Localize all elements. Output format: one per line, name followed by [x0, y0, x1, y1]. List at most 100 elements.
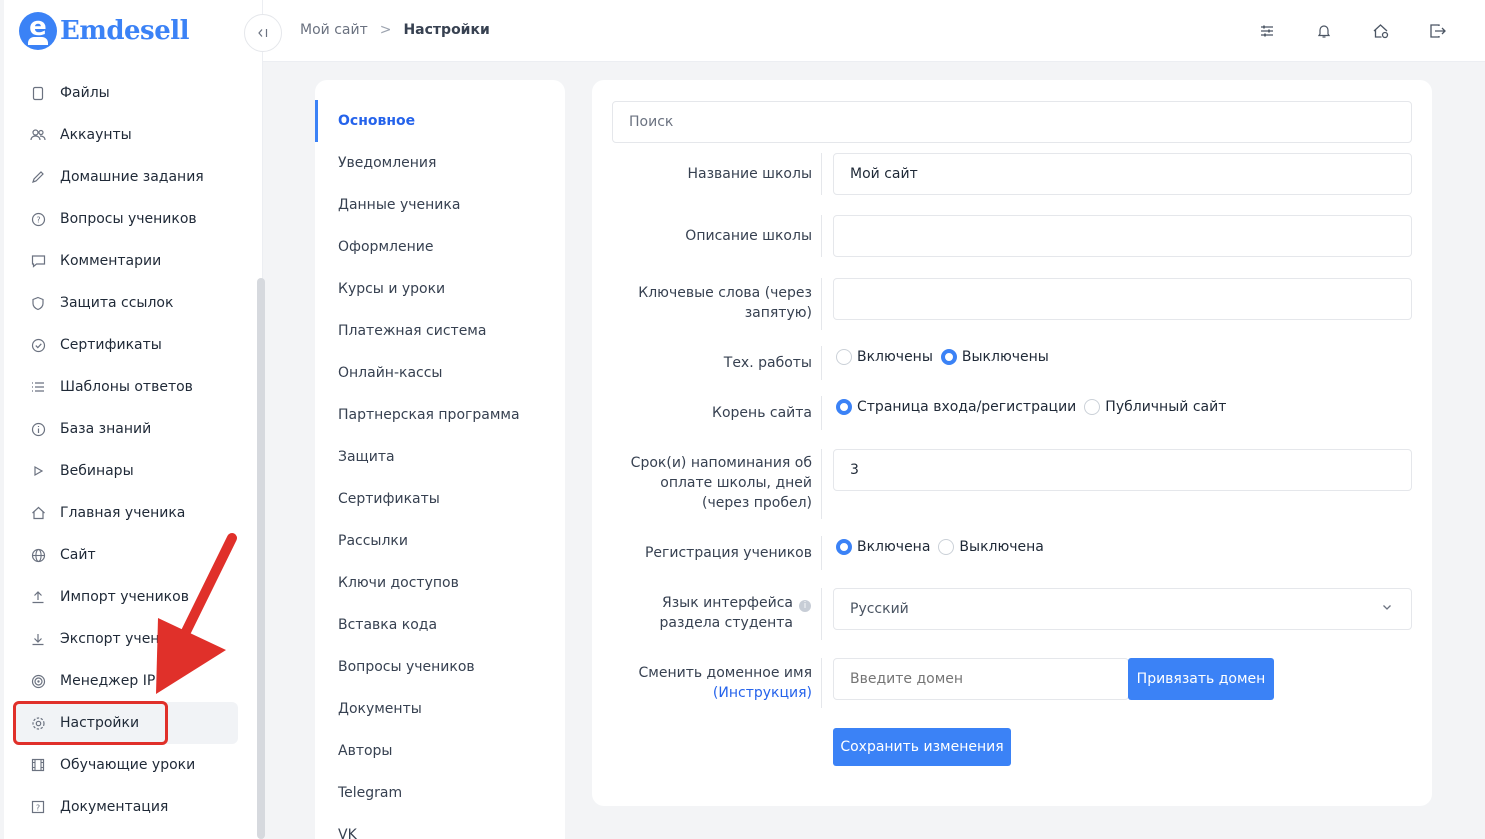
sidebar-menu: Файлы Аккаунты Домашние задания ? Вопрос…: [16, 72, 238, 828]
settings-tab-access-keys[interactable]: Ключи доступов: [315, 562, 565, 604]
radio-button-selected[interactable]: [836, 399, 852, 415]
home-icon: [30, 505, 46, 521]
settings-tab-affiliate[interactable]: Партнерская программа: [315, 394, 565, 436]
sidebar-item-student-questions[interactable]: ? Вопросы учеников: [16, 198, 238, 240]
target-icon: [30, 673, 46, 689]
divider: [821, 278, 822, 330]
language-label: Язык интерфейса раздела студента: [659, 595, 794, 631]
settings-form: Название школы Мой сайт Описание школы К…: [592, 80, 1432, 806]
sidebar-item-ip-manager[interactable]: Менеджер IP: [16, 660, 238, 702]
sidebar-item-comments[interactable]: Комментарии: [16, 240, 238, 282]
chevron-down-icon: [1383, 605, 1391, 610]
sidebar-scrollbar[interactable]: [257, 278, 265, 839]
breadcrumb-current: Настройки: [403, 22, 490, 38]
sidebar-item-label: Настройки: [60, 715, 140, 731]
sidebar-item-certificates[interactable]: Сертификаты: [16, 324, 238, 366]
settings-tab-notifications[interactable]: Уведомления: [315, 142, 565, 184]
info-icon[interactable]: i: [799, 600, 811, 612]
settings-tab-design[interactable]: Оформление: [315, 226, 565, 268]
settings-tab-courses-lessons[interactable]: Курсы и уроки: [315, 268, 565, 310]
maintenance-on-option[interactable]: Включены: [836, 349, 933, 365]
site-root-login-option[interactable]: Страница входа/регистрации: [836, 399, 1076, 415]
sidebar-item-accounts[interactable]: Аккаунты: [16, 114, 238, 156]
settings-tab-mailings[interactable]: Рассылки: [315, 520, 565, 562]
breadcrumb-root[interactable]: Мой сайт: [300, 22, 368, 38]
logo[interactable]: e Emdesell: [19, 12, 189, 50]
settings-tab-documents[interactable]: Документы: [315, 688, 565, 730]
sidebar-item-answer-templates[interactable]: Шаблоны ответов: [16, 366, 238, 408]
radio-button[interactable]: [1084, 399, 1101, 415]
reminder-days-input[interactable]: 3: [833, 449, 1412, 491]
sidebar-item-webinars[interactable]: Вебинары: [16, 450, 238, 492]
sidebar-item-label: Импорт учеников: [60, 589, 189, 605]
settings-tab-payment-system[interactable]: Платежная система: [315, 310, 565, 352]
school-description-input[interactable]: [833, 215, 1412, 257]
bind-domain-button[interactable]: Привязать домен: [1128, 658, 1274, 700]
divider: [821, 153, 822, 195]
sidebar-item-homework[interactable]: Домашние задания: [16, 156, 238, 198]
settings-tab-general[interactable]: Основное: [315, 100, 565, 142]
sidebar-item-files[interactable]: Файлы: [16, 72, 238, 114]
domain-input[interactable]: [833, 658, 1129, 700]
radio-button[interactable]: [836, 349, 852, 365]
settings-tab-telegram[interactable]: Telegram: [315, 772, 565, 814]
home-settings-icon[interactable]: [1370, 20, 1392, 42]
maintenance-off-option[interactable]: Выключены: [940, 349, 1049, 365]
divider: [821, 449, 822, 519]
settings-tab-authors[interactable]: Авторы: [315, 730, 565, 772]
maintenance-off-label: Выключены: [961, 349, 1049, 365]
settings-tab-code-insert[interactable]: Вставка кода: [315, 604, 565, 646]
sidebar-item-settings[interactable]: Настройки: [16, 702, 238, 744]
info-icon: [30, 421, 46, 437]
bell-icon[interactable]: [1313, 20, 1335, 42]
sidebar-item-label: Экспорт учен: [60, 631, 160, 647]
settings-tab-student-data[interactable]: Данные ученика: [315, 184, 565, 226]
site-root-login-label: Страница входа/регистрации: [857, 399, 1077, 415]
pencil-icon: [30, 169, 46, 185]
sliders-icon[interactable]: [1256, 20, 1278, 42]
radio-button-selected[interactable]: [836, 539, 852, 555]
download-icon: [30, 631, 46, 647]
svg-text:?: ?: [36, 803, 40, 812]
registration-off-option[interactable]: Выключена: [938, 539, 1044, 555]
sidebar-item-knowledge-base[interactable]: База знаний: [16, 408, 238, 450]
settings-tab-certificates[interactable]: Сертификаты: [315, 478, 565, 520]
sidebar-item-link-protection[interactable]: Защита ссылок: [16, 282, 238, 324]
settings-tab-online-cash[interactable]: Онлайн-кассы: [315, 352, 565, 394]
sidebar-item-export-students[interactable]: Экспорт учен: [16, 618, 238, 660]
sidebar-item-tutorials[interactable]: Обучающие уроки: [16, 744, 238, 786]
site-root-public-option[interactable]: Публичный сайт: [1084, 399, 1226, 415]
school-name-input[interactable]: Мой сайт: [833, 153, 1412, 195]
sidebar-item-documentation[interactable]: ? Документация: [16, 786, 238, 828]
keywords-input[interactable]: [833, 278, 1412, 320]
collapse-sidebar-button[interactable]: [244, 14, 282, 52]
divider: [821, 396, 822, 430]
sidebar-item-label: Защита ссылок: [60, 295, 174, 311]
sidebar-item-label: Менеджер IP: [60, 673, 156, 689]
language-select-value: Русский: [850, 601, 909, 617]
divider: [821, 215, 822, 257]
divider: [821, 536, 822, 570]
school-description-label: Описание школы: [685, 228, 812, 244]
sidebar-item-student-home[interactable]: Главная ученика: [16, 492, 238, 534]
radio-button[interactable]: [938, 539, 955, 555]
site-root-radio-group: Страница входа/регистрации Публичный сай…: [836, 399, 1234, 415]
sidebar-item-label: Главная ученика: [60, 505, 186, 521]
settings-tab-protection[interactable]: Защита: [315, 436, 565, 478]
radio-button-selected[interactable]: [940, 349, 957, 365]
settings-search-input[interactable]: [612, 101, 1412, 143]
sidebar-item-label: Сертификаты: [60, 337, 162, 353]
sidebar-item-label: Вебинары: [60, 463, 134, 479]
sidebar-item-import-students[interactable]: Импорт учеников: [16, 576, 238, 618]
language-select[interactable]: Русский: [833, 588, 1412, 630]
save-changes-button[interactable]: Сохранить изменения: [833, 728, 1011, 766]
domain-instruction-link[interactable]: (Инструкция): [713, 685, 812, 701]
sidebar-item-site[interactable]: Сайт: [16, 534, 238, 576]
settings-tab-vk[interactable]: VK: [315, 814, 565, 839]
top-header: Мой сайт > Настройки: [244, 0, 1485, 62]
registration-on-option[interactable]: Включена: [836, 539, 930, 555]
divider: [821, 588, 822, 640]
logout-icon[interactable]: [1427, 20, 1449, 42]
file-icon: [30, 85, 46, 101]
settings-tab-student-questions[interactable]: Вопросы учеников: [315, 646, 565, 688]
